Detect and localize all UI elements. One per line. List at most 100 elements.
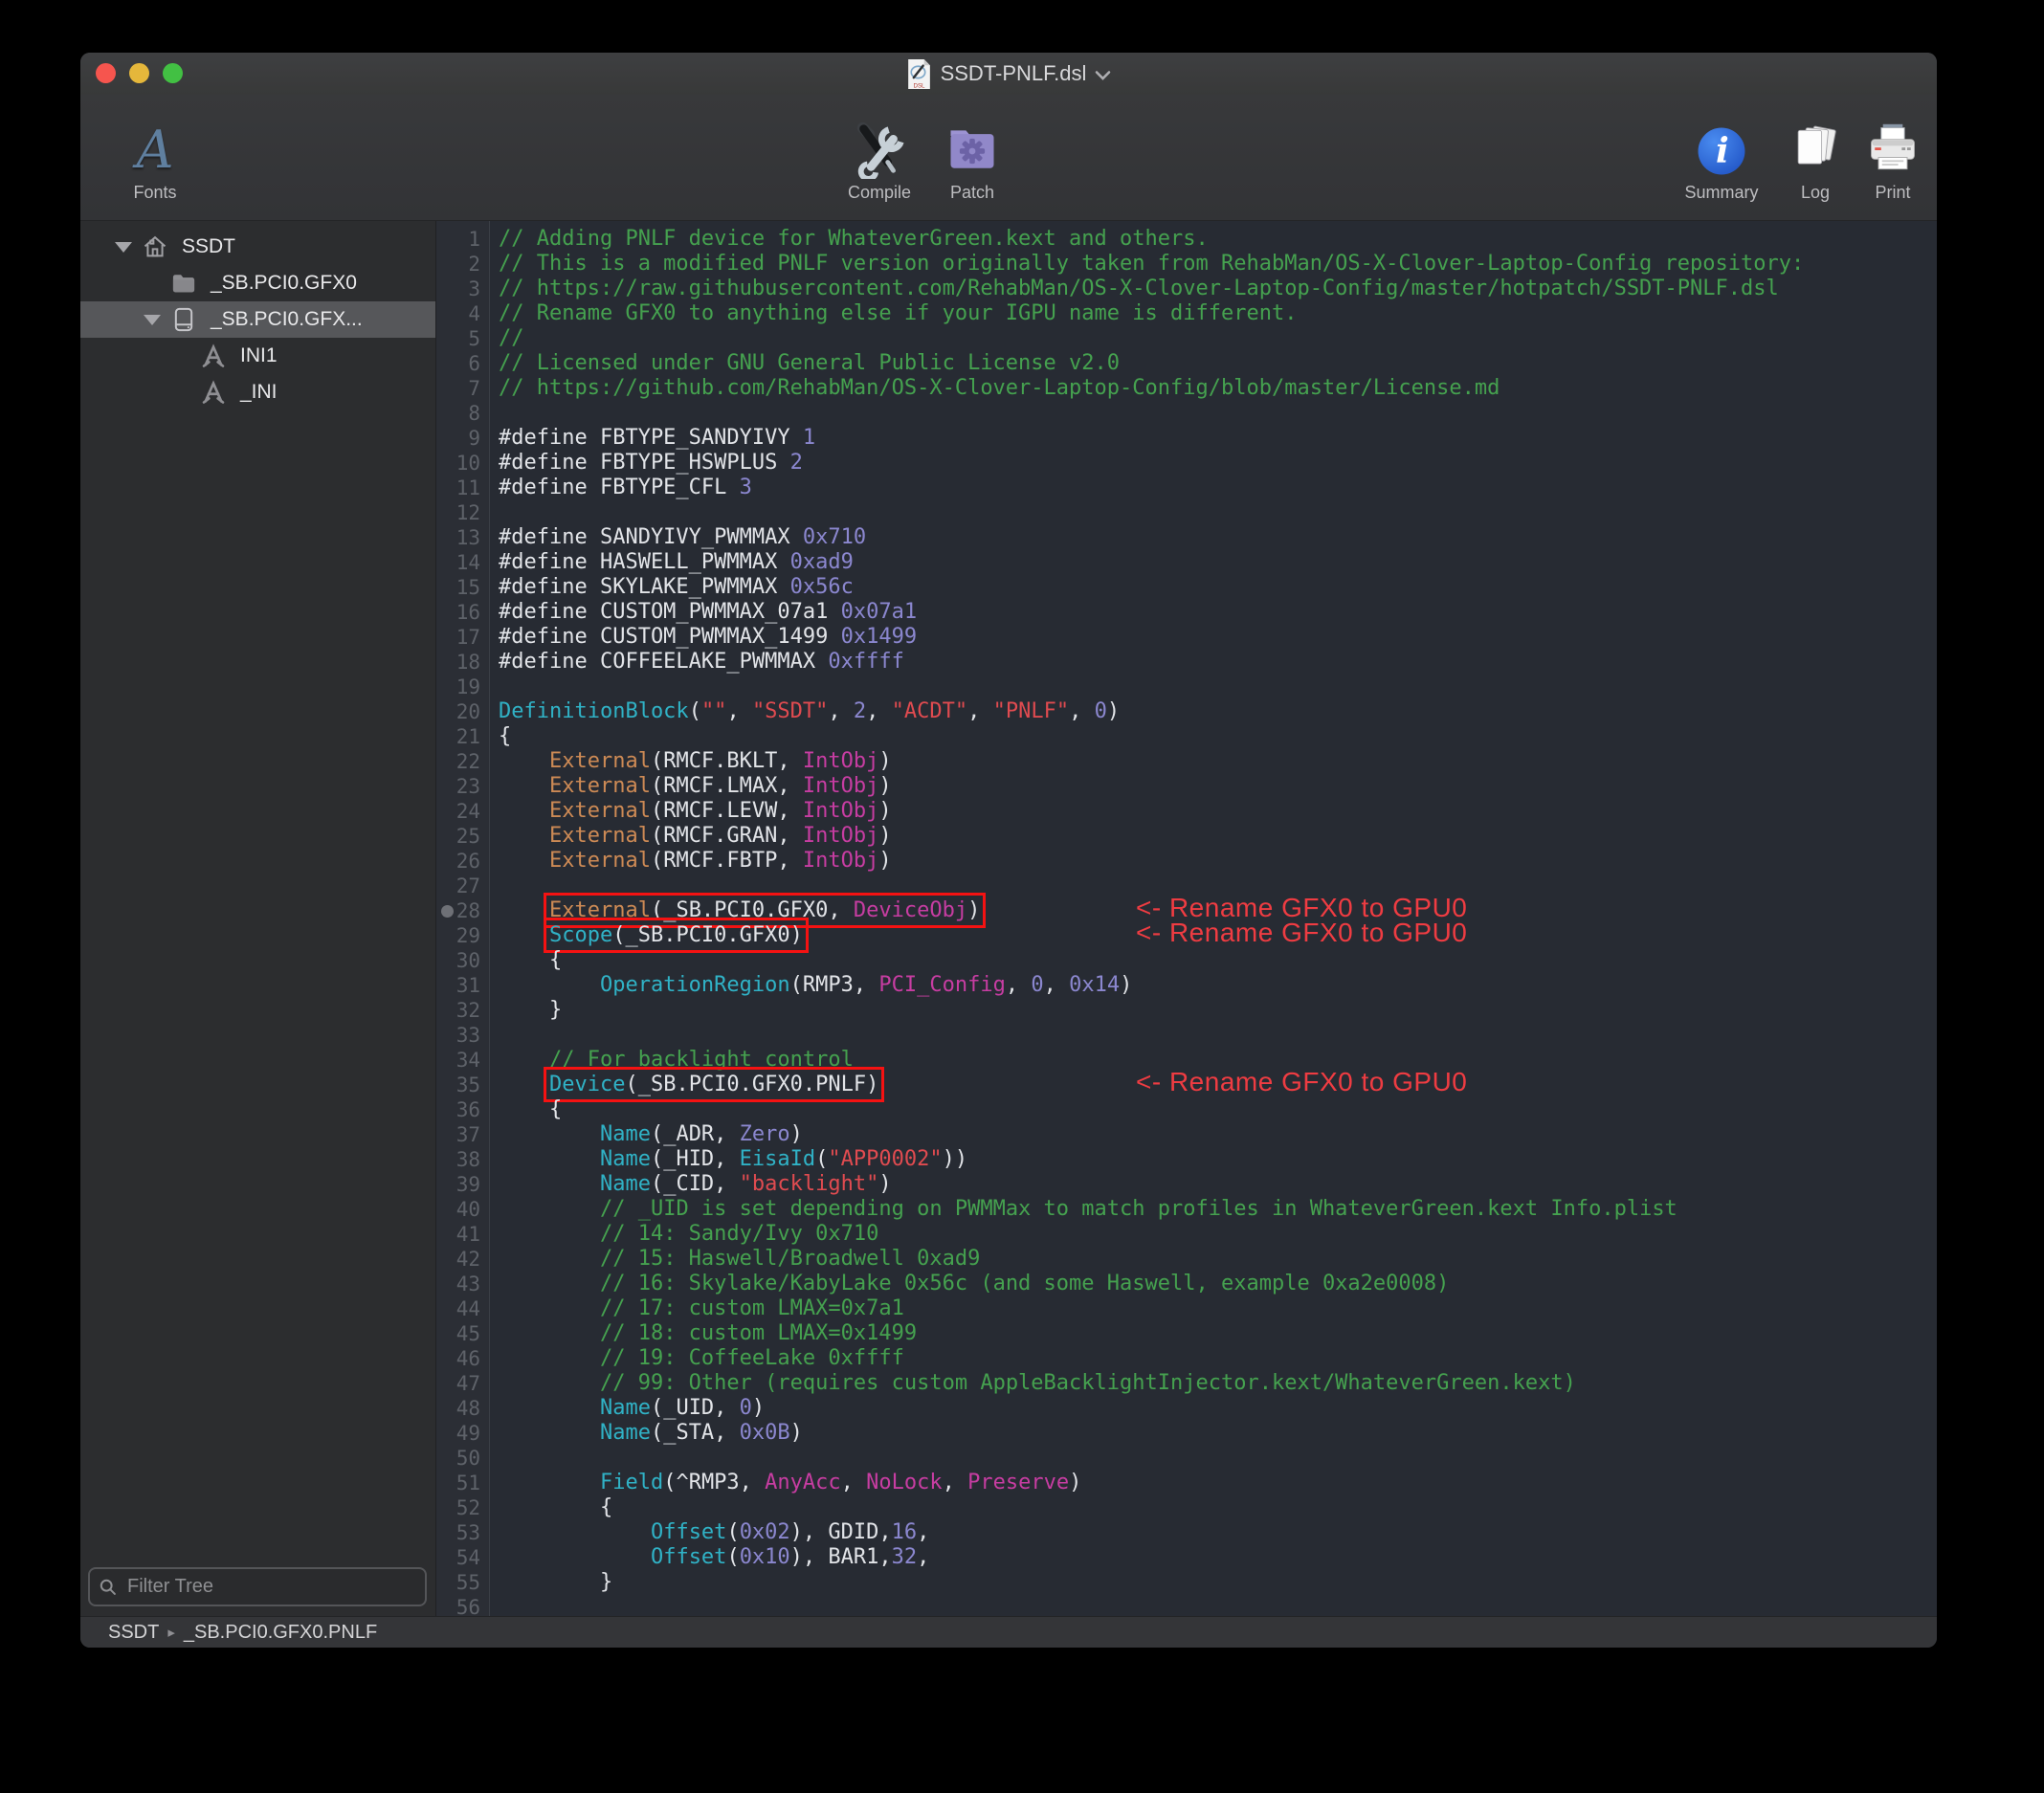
code-text: // https://raw.githubusercontent.com/Reh… bbox=[489, 277, 1937, 301]
zoom-button[interactable] bbox=[163, 63, 183, 83]
close-button[interactable] bbox=[96, 63, 116, 83]
tree-item--sb-pci0-gfx0[interactable]: _SB.PCI0.GFX0 bbox=[80, 265, 435, 301]
code-line: 21{ bbox=[436, 724, 1937, 749]
code-text: #define FBTYPE_HSWPLUS 2 bbox=[489, 451, 1937, 476]
filter-tree-input[interactable] bbox=[125, 1575, 416, 1599]
code-text: Offset(0x10), BAR1,32, bbox=[489, 1545, 1937, 1570]
code-line: 1// Adding PNLF device for WhateverGreen… bbox=[436, 227, 1937, 252]
tree-item-ssdt[interactable]: SSDT bbox=[80, 229, 435, 265]
minimize-button[interactable] bbox=[129, 63, 149, 83]
line-number: 46 bbox=[436, 1346, 489, 1371]
log-label: Log bbox=[1801, 183, 1830, 203]
code-line: 52 { bbox=[436, 1495, 1937, 1520]
line-number: 45 bbox=[436, 1321, 489, 1346]
code-line: 47 // 99: Other (requires custom AppleBa… bbox=[436, 1371, 1937, 1396]
code-line: 19 bbox=[436, 675, 1937, 699]
method-icon bbox=[199, 378, 228, 407]
red-annotation-box: External(_SB.PCI0.GFX0, DeviceObj) bbox=[549, 898, 980, 922]
code-text: // 18: custom LMAX=0x1499 bbox=[489, 1321, 1937, 1346]
code-text: #define CUSTOM_PWMMAX_07a1 0x07a1 bbox=[489, 600, 1937, 625]
line-number: 42 bbox=[436, 1247, 489, 1272]
code-line: 54 Offset(0x10), BAR1,32, bbox=[436, 1545, 1937, 1570]
tree-item-label: SSDT bbox=[182, 235, 235, 258]
document-icon: DSL bbox=[906, 58, 932, 90]
summary-button[interactable]: i Summary bbox=[1672, 116, 1771, 203]
code-line: 31 OperationRegion(RMP3, PCI_Config, 0, … bbox=[436, 973, 1937, 998]
code-text: Name(_STA, 0x0B) bbox=[489, 1421, 1937, 1446]
code-text: // 99: Other (requires custom AppleBackl… bbox=[489, 1371, 1937, 1396]
acpi-tree: SSDT _SB.PCI0.GFX0 _SB.PCI0.GFX... INI1 _INI bbox=[80, 221, 435, 410]
code-line: 33 bbox=[436, 1023, 1937, 1048]
fonts-icon: A bbox=[137, 122, 174, 179]
code-line: 7// https://github.com/RehabMan/OS-X-Clo… bbox=[436, 376, 1937, 401]
print-label: Print bbox=[1875, 183, 1910, 203]
code-text: Name(_HID, EisaId("APP0002")) bbox=[489, 1147, 1937, 1172]
code-text: #define SKYLAKE_PWMMAX 0x56c bbox=[489, 575, 1937, 600]
line-number: 33 bbox=[436, 1023, 489, 1048]
line-number: 6 bbox=[436, 351, 489, 376]
code-line: 12 bbox=[436, 500, 1937, 525]
line-number: 4 bbox=[436, 301, 489, 326]
breadcrumb-separator-icon: ▸ bbox=[167, 1624, 175, 1641]
line-number: 25 bbox=[436, 824, 489, 849]
patch-button[interactable]: Patch bbox=[934, 116, 1011, 203]
code-text: // https://github.com/RehabMan/OS-X-Clov… bbox=[489, 376, 1937, 401]
tree-item--ini[interactable]: _INI bbox=[80, 374, 435, 410]
code-text: #define HASWELL_PWMMAX 0xad9 bbox=[489, 550, 1937, 575]
code-text bbox=[489, 1023, 1937, 1048]
breadcrumb-root[interactable]: SSDT bbox=[108, 1622, 159, 1644]
device-icon bbox=[169, 305, 198, 334]
code-line: 35 Device(_SB.PCI0.GFX0.PNLF)<- Rename G… bbox=[436, 1073, 1937, 1097]
code-text: #define CUSTOM_PWMMAX_1499 0x1499 bbox=[489, 625, 1937, 650]
code-line: 11#define FBTYPE_CFL 3 bbox=[436, 476, 1937, 500]
line-number: 3 bbox=[436, 277, 489, 301]
rename-annotation: <- Rename GFX0 to GPU0 bbox=[1136, 1070, 1467, 1095]
code-text: #define FBTYPE_SANDYIVY 1 bbox=[489, 426, 1937, 451]
code-line: 53 Offset(0x02), GDID,16, bbox=[436, 1520, 1937, 1545]
breadcrumb-path[interactable]: _SB.PCI0.GFX0.PNLF bbox=[184, 1622, 377, 1644]
printer-icon bbox=[1864, 116, 1922, 179]
line-number: 20 bbox=[436, 699, 489, 724]
line-number: 24 bbox=[436, 799, 489, 824]
search-icon bbox=[99, 1578, 118, 1597]
print-button[interactable]: Print bbox=[1858, 116, 1927, 203]
status-bar: SSDT ▸ _SB.PCI0.GFX0.PNLF bbox=[80, 1616, 1937, 1648]
compile-button[interactable]: Compile bbox=[827, 116, 932, 203]
code-text: Name(_CID, "backlight") bbox=[489, 1172, 1937, 1197]
line-number: 52 bbox=[436, 1495, 489, 1520]
line-number: 50 bbox=[436, 1446, 489, 1471]
line-number: 15 bbox=[436, 575, 489, 600]
compile-label: Compile bbox=[848, 183, 911, 203]
line-number: 56 bbox=[436, 1595, 489, 1616]
tree-item-label: _INI bbox=[240, 381, 278, 404]
fonts-button[interactable]: A Fonts bbox=[107, 116, 203, 203]
code-text: External(RMCF.LMAX, IntObj) bbox=[489, 774, 1937, 799]
line-number: 51 bbox=[436, 1471, 489, 1495]
tree-item-label: _SB.PCI0.GFX... bbox=[211, 308, 363, 331]
code-line: 10#define FBTYPE_HSWPLUS 2 bbox=[436, 451, 1937, 476]
chevron-down-icon[interactable] bbox=[1095, 70, 1111, 81]
code-text: // 19: CoffeeLake 0xffff bbox=[489, 1346, 1937, 1371]
line-number: 9 bbox=[436, 426, 489, 451]
filter-tree-field[interactable] bbox=[88, 1567, 427, 1606]
code-line: 41 // 14: Sandy/Ivy 0x710 bbox=[436, 1222, 1937, 1247]
code-line: 44 // 17: custom LMAX=0x7a1 bbox=[436, 1296, 1937, 1321]
code-editor[interactable]: 1// Adding PNLF device for WhateverGreen… bbox=[436, 221, 1937, 1616]
log-button[interactable]: Log bbox=[1782, 116, 1849, 203]
tree-item--sb-pci0-gfx-[interactable]: _SB.PCI0.GFX... bbox=[80, 301, 435, 338]
disclosure-triangle-icon[interactable] bbox=[144, 315, 161, 325]
line-number: 7 bbox=[436, 376, 489, 401]
toolbar: A Fonts Compile bbox=[80, 95, 1937, 221]
line-number: 26 bbox=[436, 849, 489, 874]
code-text: // _UID is set depending on PWMMax to ma… bbox=[489, 1197, 1937, 1222]
line-number: 21 bbox=[436, 724, 489, 749]
code-text bbox=[489, 500, 1937, 525]
summary-label: Summary bbox=[1684, 183, 1758, 203]
code-line: 46 // 19: CoffeeLake 0xffff bbox=[436, 1346, 1937, 1371]
maciasl-window: DSL SSDT-PNLF.dsl A Fonts bbox=[80, 53, 1937, 1648]
disclosure-triangle-icon[interactable] bbox=[115, 242, 132, 253]
code-line: 5// bbox=[436, 326, 1937, 351]
code-line: 56 bbox=[436, 1595, 1937, 1616]
code-text: Scope(_SB.PCI0.GFX0)<- Rename GFX0 to GP… bbox=[489, 923, 1937, 948]
tree-item-ini1[interactable]: INI1 bbox=[80, 338, 435, 374]
